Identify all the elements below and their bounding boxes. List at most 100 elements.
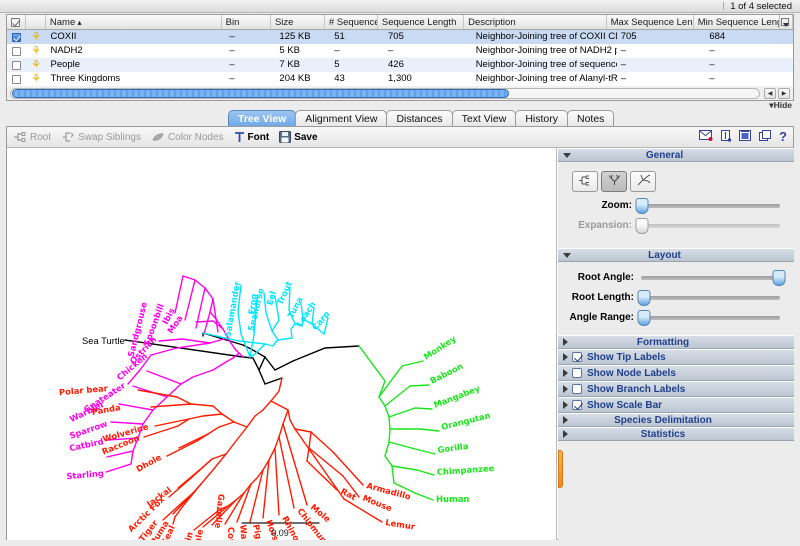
section-title-species-delimitation: Species Delimitation: [614, 414, 712, 426]
tab-notes[interactable]: Notes: [566, 110, 615, 127]
scroll-right-icon[interactable]: ▶: [778, 87, 790, 99]
window-bottom-edge: [0, 540, 800, 546]
panel-resize-handle[interactable]: [558, 450, 563, 488]
cell-bin: –: [229, 45, 235, 56]
table-row[interactable]: ⚘ Three Kingdoms – 204 KB 43 1,300 Neigh…: [7, 72, 793, 86]
table-row[interactable]: ⚘ COXII – 125 KB 51 705 Neighbor-Joining…: [7, 30, 793, 44]
swap-siblings-button[interactable]: Swap Siblings: [61, 131, 141, 143]
expansion-slider[interactable]: [635, 217, 780, 234]
zoom-slider[interactable]: [635, 197, 780, 214]
grid-icon: [780, 18, 789, 27]
cell-name: NADH2: [50, 45, 83, 56]
documents-table[interactable]: Name Bin Size # Sequences Sequence Lengt…: [6, 14, 794, 86]
annotate-icon[interactable]: [720, 129, 732, 145]
row-checkbox[interactable]: [7, 46, 26, 56]
duplicate-window-icon[interactable]: [759, 129, 772, 145]
status-separator: [723, 2, 725, 10]
scrollbar-thumb[interactable]: [12, 88, 510, 98]
root-length-slider-knob[interactable]: [637, 289, 651, 306]
row-checkbox[interactable]: [7, 32, 26, 42]
color-nodes-button[interactable]: Color Nodes: [151, 131, 224, 143]
section-header-statistics[interactable]: Statistics: [558, 427, 794, 441]
show-branch-labels-checkbox[interactable]: [572, 384, 582, 394]
svg-text:Dhole: Dhole: [134, 452, 163, 474]
root-length-slider[interactable]: [637, 289, 780, 306]
zoom-slider-row: Zoom:: [566, 197, 786, 214]
row-type-icon: ⚘: [26, 60, 47, 71]
section-header-formatting[interactable]: Formatting: [558, 335, 794, 349]
show-tip-labels-checkbox[interactable]: [572, 352, 582, 362]
radial-layout-button[interactable]: [630, 171, 656, 192]
radial-tree-icon: [636, 174, 651, 190]
polar-layout-button[interactable]: [601, 171, 627, 192]
row-show-tip-labels[interactable]: Show Tip Labels: [558, 349, 794, 365]
row-checkbox[interactable]: [7, 60, 26, 70]
selection-count-label: 1 of 4 selected: [730, 0, 792, 12]
column-header-description[interactable]: Description: [464, 15, 607, 29]
cell-max-sequence-length: –: [620, 45, 626, 56]
row-show-scale-bar[interactable]: Show Scale Bar: [558, 397, 794, 413]
angle-range-slider[interactable]: [637, 309, 780, 326]
save-button[interactable]: Save: [279, 131, 318, 143]
section-header-layout[interactable]: Layout: [558, 248, 794, 262]
swap-siblings-label: Swap Siblings: [78, 131, 141, 143]
section-header-general[interactable]: General: [558, 148, 794, 162]
angle-range-slider-knob[interactable]: [637, 309, 651, 326]
column-header-num-sequences[interactable]: # Sequences: [325, 15, 378, 29]
tab-text-view[interactable]: Text View: [451, 110, 517, 127]
extract-icon[interactable]: [739, 129, 752, 145]
scrollbar-track[interactable]: [10, 87, 760, 99]
tab-alignment-view[interactable]: Alignment View: [295, 110, 388, 127]
tree-control-panel: General Zoom: Expansion: Layout Root Ang…: [558, 148, 794, 540]
phylogenetic-tree-canvas[interactable]: Sea Turtle Ibis Spoonbill Sandgrouse Moa…: [7, 148, 557, 540]
tab-distances[interactable]: Distances: [386, 110, 453, 127]
column-chooser-icon[interactable]: [780, 15, 793, 29]
row-show-node-labels[interactable]: Show Node Labels: [558, 365, 794, 381]
root-angle-slider[interactable]: [641, 269, 786, 286]
envelope-icon[interactable]: [699, 130, 713, 144]
zoom-slider-label: Zoom:: [601, 200, 632, 211]
angle-range-slider-row: Angle Range:: [566, 309, 786, 326]
show-scale-bar-checkbox[interactable]: [572, 400, 582, 410]
zoom-slider-knob[interactable]: [635, 197, 649, 214]
row-show-branch-labels[interactable]: Show Branch Labels: [558, 381, 794, 397]
expansion-slider-knob[interactable]: [635, 217, 649, 234]
column-header-bin[interactable]: Bin: [222, 15, 271, 29]
column-header-size[interactable]: Size: [271, 15, 325, 29]
table-horizontal-scrollbar[interactable]: ◀ ▶: [6, 86, 794, 101]
tree-view-panel: Root Swap Siblings Color Nodes Font Save…: [6, 126, 794, 540]
root-icon: [13, 131, 27, 143]
cell-min-sequence-length: –: [709, 45, 715, 56]
cell-description: Neighbor-Joining tree of sequences f...: [475, 59, 617, 70]
cell-sequence-length: 426: [388, 59, 404, 70]
section-title-formatting: Formatting: [636, 336, 690, 348]
help-icon[interactable]: ?: [779, 130, 787, 143]
tab-history[interactable]: History: [515, 110, 568, 127]
cell-description: Neighbor-Joining tree of NADH2 prot...: [475, 45, 617, 56]
section-header-species-delimitation[interactable]: Species Delimitation: [558, 413, 794, 427]
chevron-right-icon: [563, 369, 568, 377]
root-angle-slider-knob[interactable]: [772, 269, 786, 286]
column-header-min-sequence-length[interactable]: Min Sequence Length: [694, 15, 780, 29]
column-header-name[interactable]: Name: [46, 15, 222, 29]
cell-min-sequence-length: 684: [709, 31, 726, 42]
scroll-left-icon[interactable]: ◀: [764, 87, 776, 99]
cell-num-sequences: 51: [334, 31, 345, 42]
rectangular-layout-button[interactable]: [572, 171, 598, 192]
table-row[interactable]: ⚘ People – 7 KB 5 426 Neighbor-Joining t…: [7, 58, 793, 72]
column-header-sequence-length[interactable]: Sequence Length: [378, 15, 465, 29]
cell-name: COXII: [50, 31, 77, 42]
header-select-all-checkbox[interactable]: [7, 15, 26, 29]
tab-tree-view[interactable]: Tree View: [228, 110, 297, 127]
root-button[interactable]: Root: [13, 131, 51, 143]
show-node-labels-checkbox[interactable]: [572, 368, 582, 378]
show-scale-bar-label: Show Scale Bar: [587, 399, 663, 411]
section-title-general: General: [645, 149, 684, 161]
font-icon: [234, 131, 245, 143]
view-tab-bar: Tree View Alignment View Distances Text …: [6, 108, 794, 127]
table-row[interactable]: ⚘ NADH2 – 5 KB – – Neighbor-Joining tree…: [7, 44, 793, 58]
row-checkbox[interactable]: [7, 74, 26, 84]
font-button[interactable]: Font: [234, 131, 269, 143]
svg-text:Baboon: Baboon: [428, 361, 464, 386]
column-header-max-sequence-length[interactable]: Max Sequence Length: [607, 15, 694, 29]
